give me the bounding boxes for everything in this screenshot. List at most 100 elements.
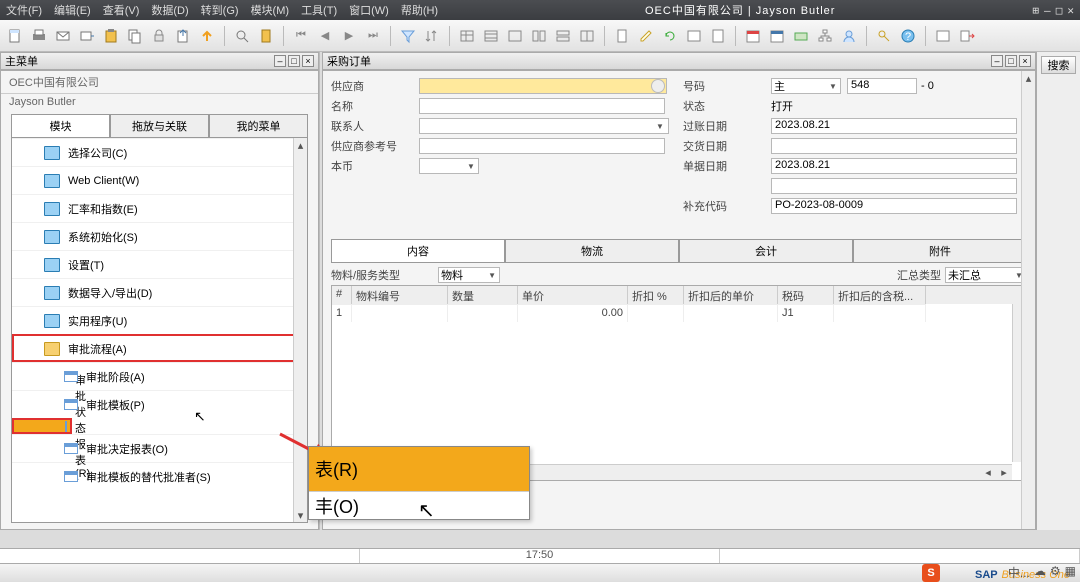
tb-user-icon[interactable] [840,27,858,45]
tb-org-icon[interactable] [816,27,834,45]
text-input[interactable]: 2023.08.21 [771,118,1017,134]
sys-icon[interactable]: ⊞ [1032,4,1039,17]
tree-node[interactable]: 选择公司(C) [12,138,307,166]
tb-print-icon[interactable] [30,27,48,45]
tb-first-icon[interactable]: ⏮ [292,27,310,45]
text-input[interactable] [771,138,1017,154]
tb-refresh-icon[interactable] [661,27,679,45]
grid-column-header[interactable]: 折扣 % [628,286,684,304]
tb-doc-icon[interactable] [613,27,631,45]
tray-gear-icon[interactable]: ⚙ [1050,564,1061,581]
grid-column-header[interactable]: # [332,286,352,304]
tree-node[interactable]: 审批模板的替代批准者(S) [12,462,307,490]
grid-cell[interactable] [352,304,448,322]
tree-node[interactable]: 系统初始化(S) [12,222,307,250]
tree-node[interactable]: 数据导入/导出(D) [12,278,307,306]
tree-node[interactable]: 设置(T) [12,250,307,278]
tree-node[interactable]: 汇率和指数(E) [12,194,307,222]
grid-column-header[interactable]: 单价 [518,286,628,304]
chevron-down-icon[interactable]: ▼ [655,121,665,131]
text-input[interactable] [419,78,667,94]
menu-window[interactable]: 窗口(W) [349,2,389,18]
grid-column-header[interactable]: 折扣后的含税... [834,286,926,304]
tb-filter-icon[interactable] [399,27,417,45]
grid-cell[interactable]: J1 [778,304,834,322]
tb-grid4-icon[interactable] [530,27,548,45]
menu-help[interactable]: 帮助(H) [401,2,438,18]
form-max-icon[interactable]: □ [1005,55,1017,67]
close-icon[interactable]: ✕ [1067,4,1074,17]
tb-send-icon[interactable] [78,27,96,45]
tree-node[interactable]: 审批阶段(A) [12,362,307,390]
grid-column-header[interactable]: 物料编号 [352,286,448,304]
grid-right-select[interactable]: 未汇总▼ [945,267,1027,283]
text-input[interactable] [419,118,669,134]
tb-grid6-icon[interactable] [578,27,596,45]
tb-sort-icon[interactable] [423,27,441,45]
tb-cal-icon[interactable] [744,27,762,45]
menu-file[interactable]: 文件(F) [6,2,42,18]
number-series-select[interactable]: 主▼ [771,78,841,94]
tb-prev-icon[interactable]: ◀ [316,27,334,45]
tree-node[interactable]: 审批决定报表(O) [12,434,307,462]
tab-module[interactable]: 模块 [11,114,110,137]
menu-goto[interactable]: 转到(G) [201,2,239,18]
tb-grid1-icon[interactable] [458,27,476,45]
grid-cell[interactable]: 1 [332,304,352,322]
tree-scrollbar[interactable]: ▴ ▾ [293,138,307,522]
tree-node[interactable]: Web Client(W) [12,166,307,194]
tb-clip-icon[interactable] [709,27,727,45]
tab-content[interactable]: 内容 [331,239,505,263]
grid-cell[interactable] [628,304,684,322]
tb-grid3-icon[interactable] [506,27,524,45]
tray-grid-icon[interactable]: ▦ [1065,564,1076,581]
grid-cell[interactable] [448,304,518,322]
form-min-icon[interactable]: – [991,55,1003,67]
tray-cloud-icon[interactable]: ☁ [1034,564,1046,581]
scroll-right-icon[interactable]: ▸ [996,466,1012,479]
tab-attach[interactable]: 附件 [853,239,1027,263]
tb-export-icon[interactable] [174,27,192,45]
grid-column-header[interactable]: 税码 [778,286,834,304]
tb-tag-icon[interactable] [685,27,703,45]
grid-column-header[interactable]: 数量 [448,286,518,304]
tb-grid5-icon[interactable] [554,27,572,45]
tree-node[interactable]: 审批状态报表(R) [12,418,72,434]
grid-row[interactable]: 10.00J1 [332,304,1026,322]
text-input[interactable] [419,138,665,154]
scroll-down-icon[interactable]: ▾ [294,508,307,522]
minimize-icon[interactable]: — [1044,4,1051,17]
tree-node[interactable]: 审批流程(A) [12,334,307,362]
tab-logistics[interactable]: 物流 [505,239,679,263]
menu-module[interactable]: 模块(M) [251,2,290,18]
tb-help-icon[interactable]: ? [899,27,917,45]
tb-mail-icon[interactable] [54,27,72,45]
tb-next-icon[interactable]: ▶ [340,27,358,45]
form-vscroll[interactable]: ▴ [1021,71,1035,529]
text-input[interactable]: PO-2023-08-0009 [771,198,1017,214]
tab-accounting[interactable]: 会计 [679,239,853,263]
tab-dragdrop[interactable]: 拖放与关联 [110,114,209,137]
tb-bookmark-icon[interactable] [257,27,275,45]
scroll-left-icon[interactable]: ◂ [980,466,996,479]
form-close-icon[interactable]: × [1019,55,1031,67]
tb-paste-icon[interactable] [102,27,120,45]
tb-win-icon[interactable] [934,27,952,45]
tb-cal2-icon[interactable] [768,27,786,45]
dock-max-icon[interactable]: □ [288,55,300,67]
menu-data[interactable]: 数据(D) [151,2,188,18]
scroll-up-icon[interactable]: ▴ [294,138,307,152]
dock-close-icon[interactable]: × [302,55,314,67]
tb-cash-icon[interactable] [792,27,810,45]
scroll-up-icon[interactable]: ▴ [1022,71,1035,85]
tb-last-icon[interactable]: ⏭ [364,27,382,45]
grid-column-header[interactable]: 折扣后的单价 [684,286,778,304]
tree-node[interactable]: 实用程序(U) [12,306,307,334]
grid-cell[interactable] [684,304,778,322]
text-input[interactable] [419,98,665,114]
search-button[interactable]: 搜索 [1041,56,1076,74]
text-input[interactable]: 2023.08.21 [771,158,1017,174]
menu-edit[interactable]: 编辑(E) [54,2,91,18]
menu-tools[interactable]: 工具(T) [301,2,337,18]
docnum-input[interactable]: 548 [847,78,917,94]
